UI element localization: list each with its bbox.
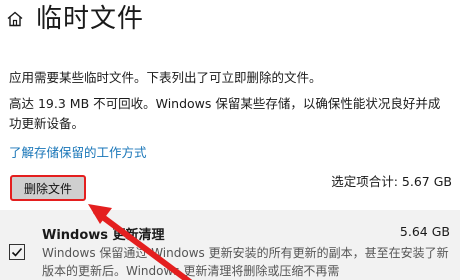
page-header: 临时文件: [0, 0, 460, 40]
list-item-windows-update-cleanup[interactable]: Windows 更新清理 5.64 GB Windows 保留通过 Window…: [0, 210, 460, 280]
checkmark-icon: [11, 247, 23, 257]
home-button[interactable]: [4, 8, 26, 30]
selected-total: 选定项合计: 5.67 GB: [331, 174, 452, 189]
item-description: Windows 保留通过 Windows 更新安装的所有更新的副本，甚至在安装了…: [42, 246, 449, 278]
delete-files-button[interactable]: 删除文件: [10, 175, 86, 201]
item-checkbox[interactable]: [9, 244, 25, 260]
home-icon: [7, 11, 23, 27]
intro-text: 应用需要某些临时文件。下表列出了可立即删除的文件。: [9, 70, 322, 85]
item-title: Windows 更新清理: [42, 228, 165, 243]
learn-more-link[interactable]: 了解存储保留的工作方式: [9, 144, 147, 162]
page-title: 临时文件: [36, 4, 145, 34]
temp-files-page: 临时文件 应用需要某些临时文件。下表列出了可立即删除的文件。 高达 19.3 M…: [0, 0, 460, 280]
storage-note: 高达 19.3 MB 不可回收。Windows 保留某些存储，以确保性能状况良好…: [9, 96, 441, 131]
item-size: 5.64 GB: [399, 224, 450, 239]
